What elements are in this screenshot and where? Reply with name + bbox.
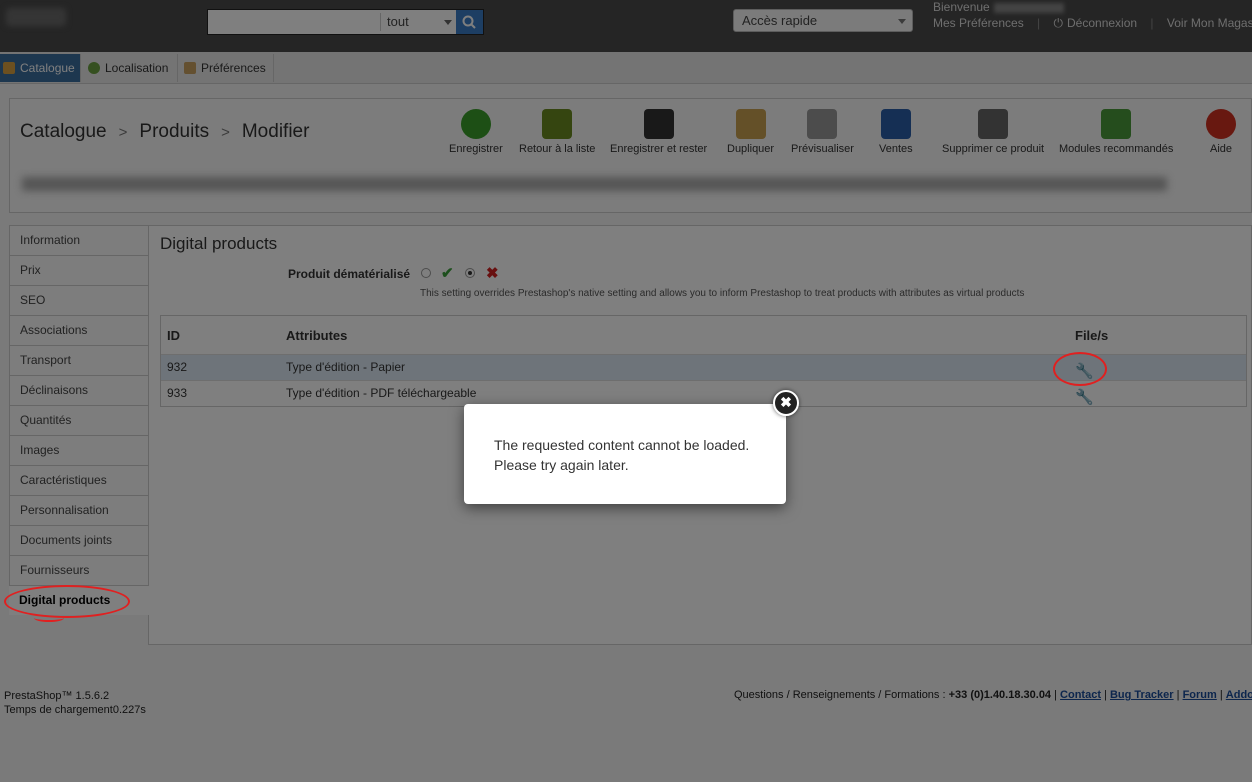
- modal-overlay[interactable]: [0, 0, 1252, 782]
- close-icon[interactable]: ✖: [773, 390, 799, 416]
- annotation-circle: [1053, 352, 1107, 386]
- modal-message: The requested content cannot be loaded. …: [494, 437, 750, 473]
- error-modal: The requested content cannot be loaded. …: [464, 404, 786, 504]
- annotation-stroke: [34, 614, 64, 622]
- annotation-circle: [4, 585, 130, 618]
